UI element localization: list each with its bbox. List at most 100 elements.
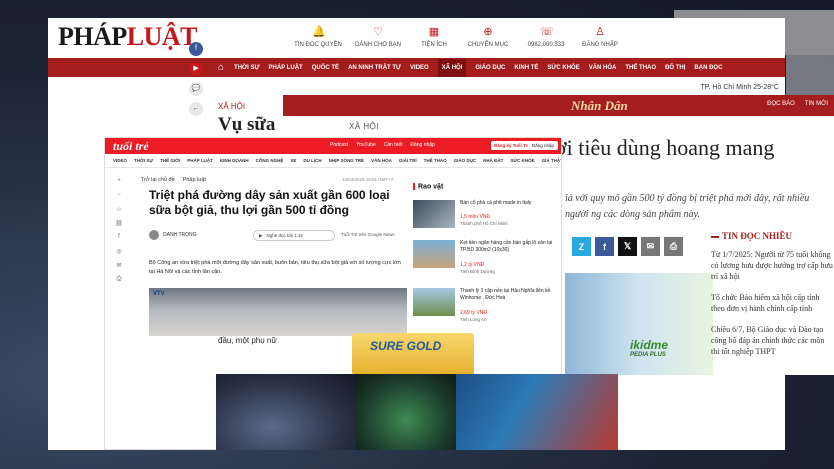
tuoitre-nav-item[interactable]: GIẢ THẬT [542, 158, 561, 163]
tuoitre-tool[interactable]: Cần biết [384, 142, 403, 148]
link-icon[interactable]: ⛓ [113, 220, 125, 230]
nhandan-logo[interactable]: Nhân Dân [571, 98, 628, 114]
phapluat-logo[interactable]: PHÁPLUẬT [58, 22, 198, 52]
nav-item[interactable]: ĐÔ THỊ [665, 65, 685, 71]
facebook-share-icon[interactable]: f [189, 42, 203, 56]
tuoitre-tool[interactable]: YouTube [356, 142, 376, 148]
tuoitre-nav-item[interactable]: GIẢI TRÍ [399, 158, 417, 163]
tuoitre-nav-item[interactable]: VĂN HÓA [371, 158, 392, 163]
nav-item[interactable]: VIDEO [410, 65, 429, 71]
tuoitre-nav-item[interactable]: VIDEO [113, 158, 127, 163]
print-icon[interactable]: ⎙ [664, 237, 683, 256]
tuoitre-nav-item[interactable]: THẾ GIỚI [160, 158, 180, 163]
zalo-share-icon[interactable]: Z [572, 237, 591, 256]
nav-item[interactable]: QUỐC TẾ [312, 65, 339, 71]
nhandan-menu-item[interactable]: TIN MỚI [805, 101, 828, 107]
comment-icon[interactable]: 💬 [189, 82, 203, 96]
nav-item[interactable]: GIÁO DỤC [475, 65, 505, 71]
utility-bell[interactable]: 🔔 TIN ĐỌC QUYỀN [288, 26, 348, 48]
tuoitre-nav-item[interactable]: XE [290, 158, 296, 163]
back-arrow-icon[interactable]: ← [189, 102, 203, 116]
tuoitre-nav-item[interactable]: DU LỊCH [303, 158, 321, 163]
login-button[interactable]: Đăng nhập [528, 141, 559, 150]
tuoitre-nav-item[interactable]: SỨC KHỎE [510, 158, 534, 163]
classified-title: Bán cổ phà cà phê made in Italy [460, 200, 532, 206]
nav-item[interactable]: THỂ THAO [625, 65, 656, 71]
x-share-icon[interactable]: 𝕏 [618, 237, 637, 256]
nav-item[interactable]: PHÁP LUẬT [268, 65, 302, 71]
crumb-back[interactable]: Trở lại chủ đề [141, 177, 175, 183]
nav-item[interactable]: AN NINH TRẬT TỰ [348, 65, 401, 71]
facebook-share-icon[interactable]: f [595, 237, 614, 256]
heart-icon: ♡ [373, 26, 383, 38]
nhandan-menu-item[interactable]: ĐỌC BÁO [767, 101, 795, 107]
phapluat-main-nav: ⌂ THỜI SỰ PHÁP LUẬT QUỐC TẾ AN NINH TRẬT TỰ… [48, 58, 785, 77]
sure-gold-label: SURE GOLD [370, 339, 442, 353]
google-news-link[interactable]: Tuổi Trẻ trên Google News [341, 232, 395, 237]
home-icon[interactable]: ⌂ [218, 62, 224, 73]
tuoitre-tool[interactable]: Đăng nhập [410, 142, 434, 148]
nav-item[interactable]: XÃ HỘI [437, 58, 467, 77]
print-icon[interactable]: ⎙ [113, 276, 125, 286]
classified-price: 1,5 triệu VNĐ [460, 214, 491, 220]
article-lead: Bộ Công an vừa triệt phá một đường dây s… [149, 260, 401, 275]
logo-part-right: LUẬT [126, 22, 198, 51]
youtube-icon[interactable]: ▶ [189, 62, 203, 76]
article-title: Triệt phá đường dây sản xuất gần 600 loạ… [149, 188, 390, 217]
nhandan-menu: ĐỌC BÁO TIN MỚI [767, 101, 828, 107]
plus-icon[interactable]: + [113, 178, 125, 188]
tuoitre-nav-item[interactable]: KINH DOANH [220, 158, 249, 163]
most-read-heading: TIN ĐỌC NHIỀU [711, 231, 833, 241]
video-panel [456, 374, 618, 450]
nhandan-category[interactable]: XÃ HỘI [349, 122, 379, 131]
nav-item[interactable]: BẠN ĐỌC [694, 65, 722, 71]
audio-player[interactable]: ▶ Nghe đọc bài 1:32 [253, 230, 335, 241]
utility-user[interactable]: ♙ ĐĂNG NHẬP [570, 26, 630, 48]
classified-price: 1,2 tỷ VNĐ [460, 262, 485, 268]
vtv-logo: VTV [153, 291, 165, 297]
video-panel [356, 374, 456, 450]
most-read-item[interactable]: Chiều 6/7, Bộ Giáo dục và Đào tạo công b… [711, 324, 833, 357]
crumb-category[interactable]: Pháp luật [183, 177, 206, 183]
utility-label: TIỆN ÍCH [421, 42, 447, 48]
video-caption: đầu, một phụ nữ [218, 336, 277, 345]
utility-grid[interactable]: ▦ TIỆN ÍCH [404, 26, 464, 48]
utility-heart[interactable]: ♡ DÀNH CHO BẠN [348, 26, 408, 48]
tuoitre-logo[interactable]: tuổi trẻ [113, 139, 149, 154]
classified-item[interactable]: Thanh lý 1 cặp nền tại Hậu Nghĩa liền kề… [413, 288, 558, 328]
facebook-icon[interactable]: f [113, 234, 125, 244]
video-frame[interactable] [216, 374, 618, 450]
classified-thumb [413, 200, 455, 228]
email-icon[interactable]: ✉ [113, 262, 125, 272]
classified-thumb [413, 288, 455, 316]
play-icon[interactable]: ▶ [259, 233, 262, 239]
classified-item[interactable]: Kẹt tiền ngân hàng cần bán gấp lô sản tạ… [413, 240, 558, 280]
article-category[interactable]: XÃ HỘI [218, 102, 245, 111]
tuoitre-nav-item[interactable]: NHỊP SỐNG TRẺ [329, 158, 364, 163]
product-name: ikidme [630, 338, 669, 352]
classified-item[interactable]: Bán cổ phà cà phê made in Italy 1,5 triệ… [413, 200, 558, 240]
tuoitre-tool[interactable]: Podcast [330, 142, 348, 148]
logo-part-left: PHÁP [58, 22, 127, 51]
nav-item[interactable]: KINH TẾ [514, 65, 538, 71]
utility-globe[interactable]: ⊕ CHUYÊN MỤC [458, 26, 518, 48]
most-read-item[interactable]: Từ 1/7/2025: Người từ 75 tuổi không có l… [711, 249, 833, 282]
tuoitre-nav-item[interactable]: NHÀ ĐẤT [483, 158, 503, 163]
author-name[interactable]: DANH TRỌNG [163, 232, 197, 238]
nav-item[interactable]: VĂN HÓA [589, 65, 617, 71]
tuoitre-nav-item[interactable]: CÔNG NGHỆ [256, 158, 284, 163]
messenger-icon[interactable]: ◎ [113, 248, 125, 258]
tuoitre-nav-item[interactable]: THỂ THAO [424, 158, 447, 163]
article-photo [149, 288, 407, 336]
grid-icon: ▦ [428, 26, 440, 38]
minus-icon[interactable]: − [113, 192, 125, 202]
tuoitre-nav-item[interactable]: PHÁP LUẬT [187, 158, 213, 163]
utility-phone[interactable]: ☏ 0982.000.333 [516, 26, 576, 48]
tuoitre-nav-item[interactable]: GIÁO DỤC [454, 158, 477, 163]
nav-item[interactable]: THỜI SỰ [234, 65, 259, 71]
most-read-item[interactable]: Tổ chức Bảo hiểm xã hội cấp tỉnh theo đơ… [711, 292, 833, 314]
star-icon[interactable]: ☆ [113, 206, 125, 216]
email-share-icon[interactable]: ✉ [641, 237, 660, 256]
nav-item[interactable]: SỨC KHỎE [547, 65, 579, 71]
tuoitre-nav-item[interactable]: THỜI SỰ [134, 158, 153, 163]
